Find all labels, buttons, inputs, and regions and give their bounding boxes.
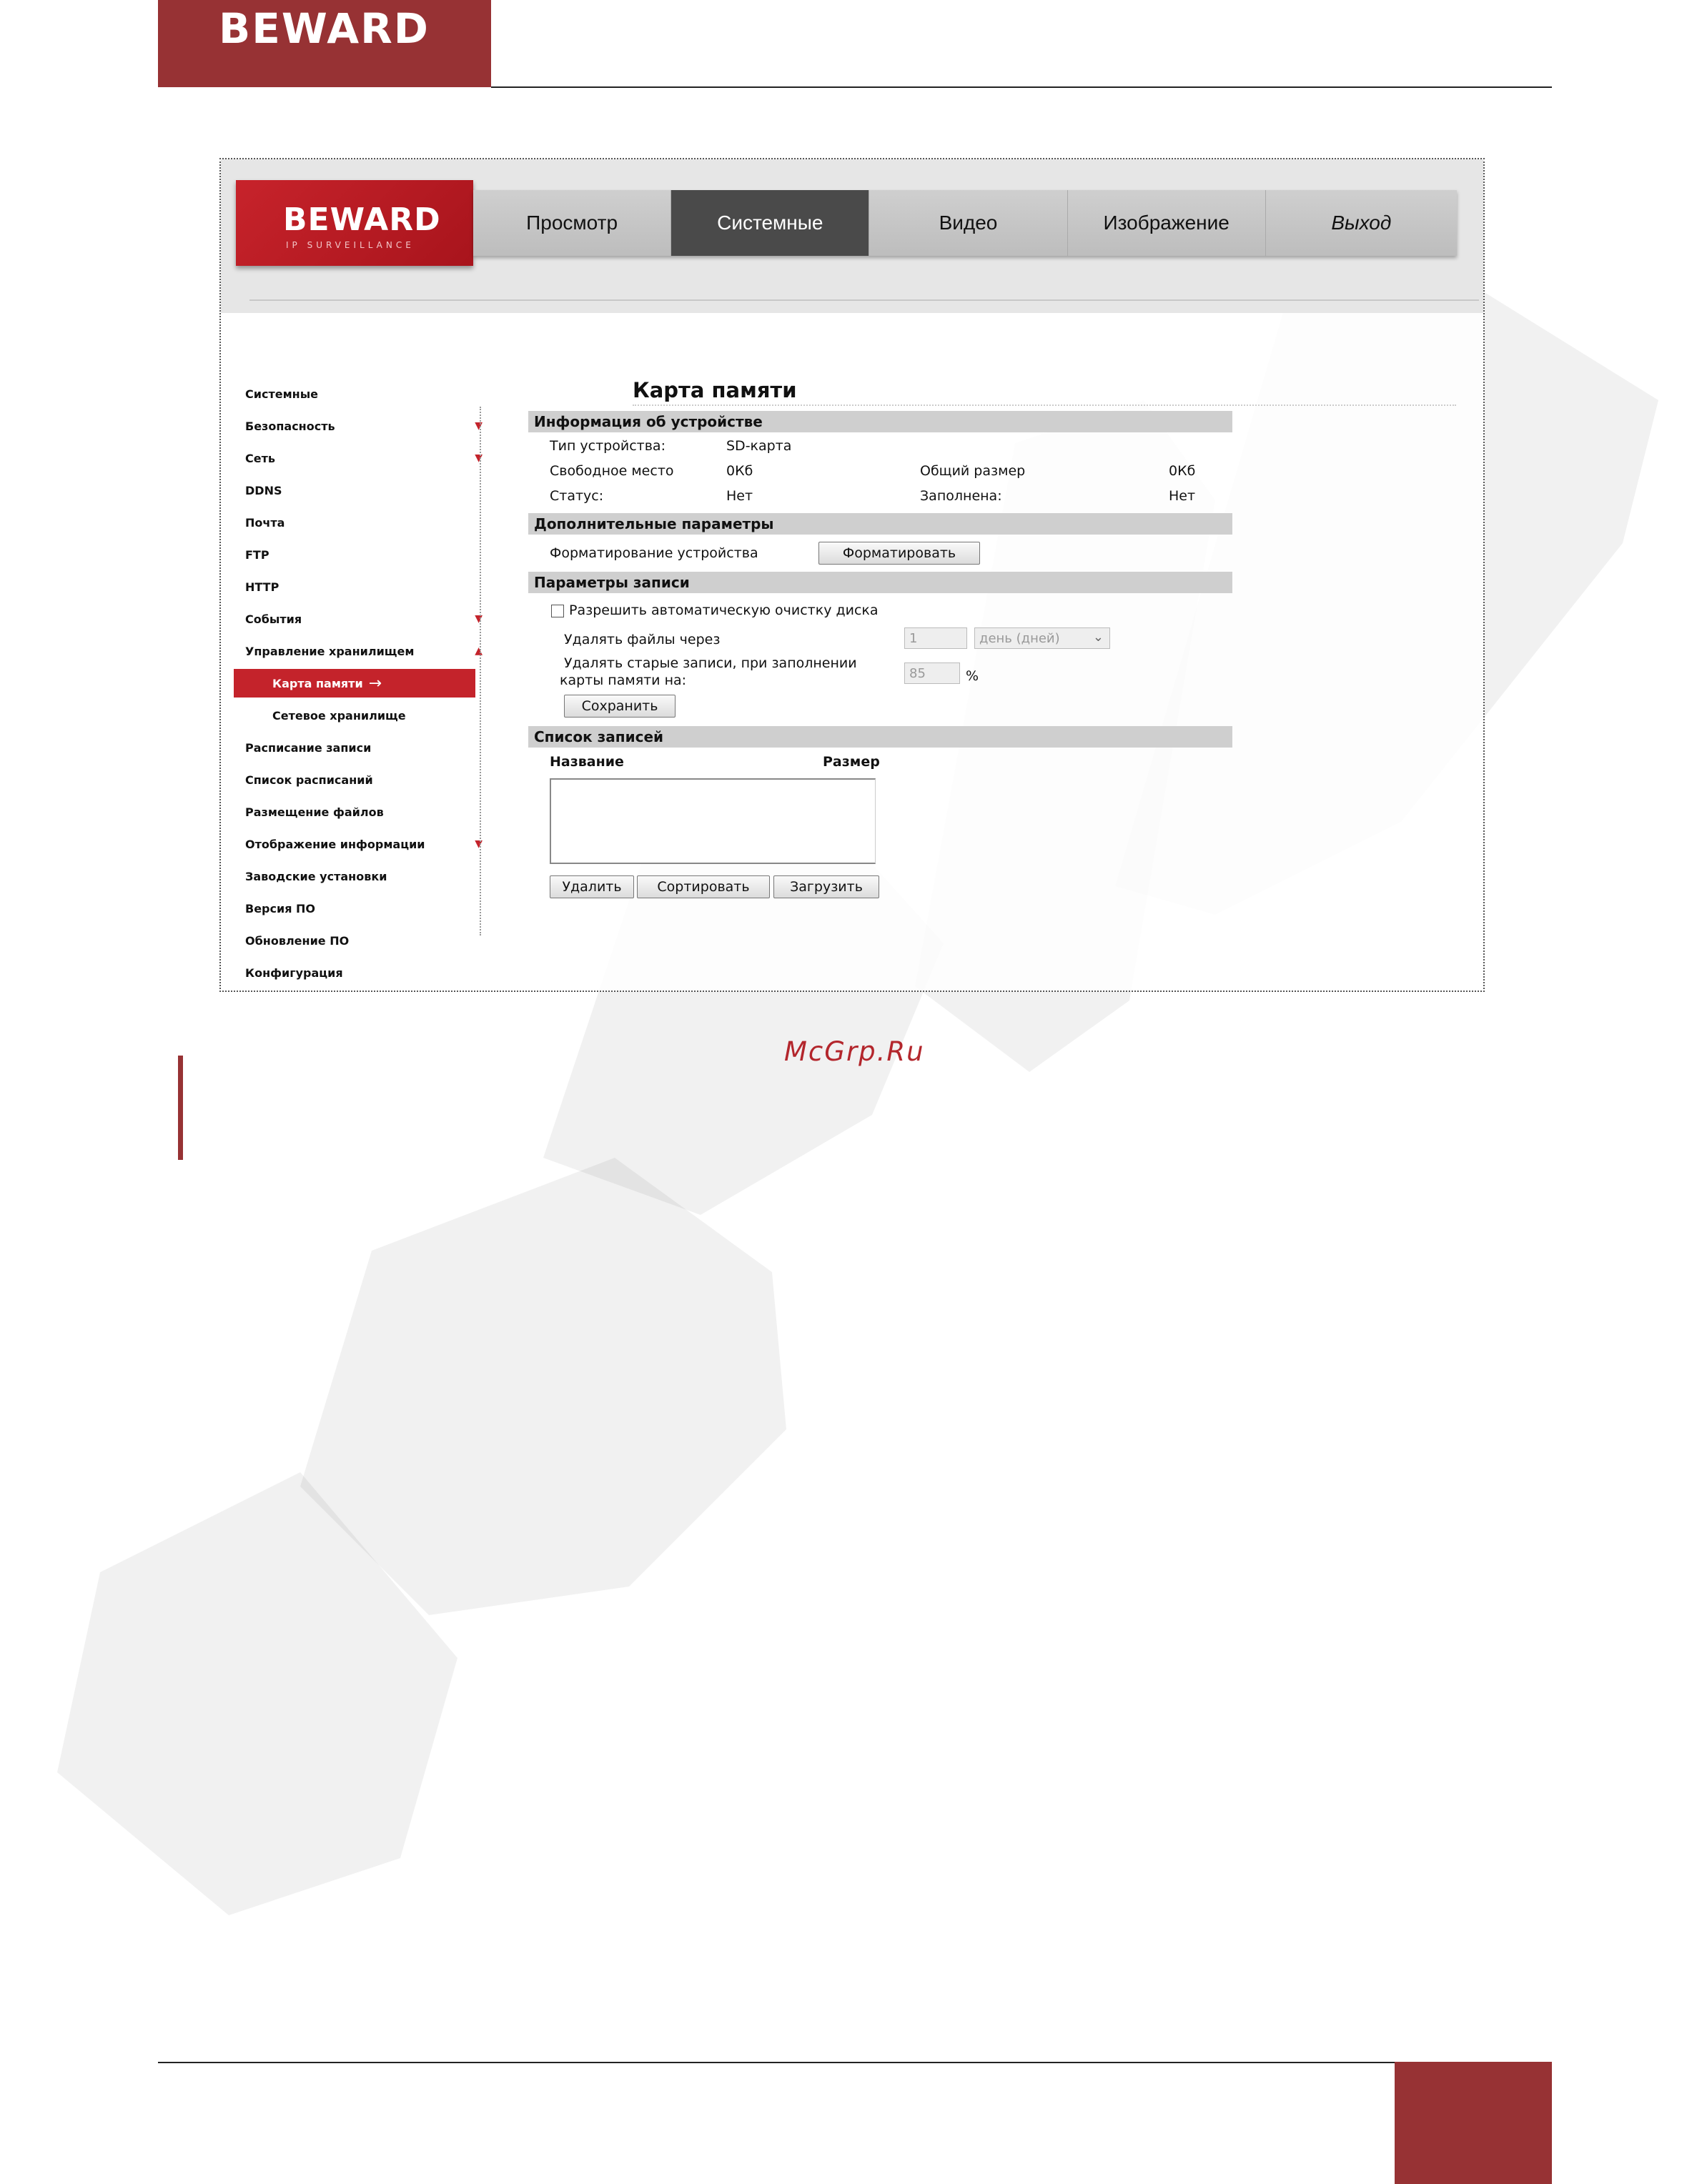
camera-logo: BEWARD IP SURVEILLANCE <box>236 180 473 266</box>
delete-button[interactable]: Удалить <box>550 875 634 898</box>
sidebar-item-firmware-update[interactable]: Обновление ПО <box>239 925 483 957</box>
section-record-params: Параметры записи <box>528 572 1232 593</box>
sidebar-item-events[interactable]: События ▼ <box>239 603 483 635</box>
col-size-header: Размер <box>823 754 880 770</box>
arrow-up-icon[interactable]: ▲ <box>475 645 483 657</box>
delete-after-input[interactable]: 1 <box>904 627 967 649</box>
sidebar-item-label: Список расписаний <box>245 773 373 787</box>
sidebar-item-http[interactable]: HTTP <box>239 571 483 603</box>
watermark-link[interactable]: McGrp.Ru <box>784 1036 925 1067</box>
arrow-down-icon[interactable]: ▼ <box>475 838 483 850</box>
top-area-divider <box>249 299 1479 301</box>
status-label: Статус: <box>550 488 604 504</box>
sidebar-item-label: Версия ПО <box>245 902 316 915</box>
sidebar-item-label: Сетевое хранилище <box>272 709 406 723</box>
page-title: Карта памяти <box>633 378 797 402</box>
sidebar-item-network[interactable]: Сеть ▼ <box>239 442 483 475</box>
doc-header-logo-text: BEWARD <box>219 4 430 53</box>
status-value: Нет <box>726 488 753 504</box>
sidebar-item-schedule-list[interactable]: Список расписаний <box>239 764 483 796</box>
sidebar-item-configuration[interactable]: Конфигурация <box>239 957 483 989</box>
sidebar-item-storage[interactable]: Управление хранилищем ▲ <box>239 635 483 667</box>
sidebar-item-info-display[interactable]: Отображение информации ▼ <box>239 828 483 860</box>
sidebar-item-label: DDNS <box>245 484 282 497</box>
sidebar: Системные Безопасность ▼ Сеть ▼ DDNS Почта… <box>234 378 483 989</box>
tab-video[interactable]: Видео <box>869 190 1068 256</box>
sidebar-divider <box>480 407 481 935</box>
total-size-label: Общий размер <box>920 463 1026 479</box>
sidebar-item-label: События <box>245 612 302 626</box>
sidebar-item-record-schedule[interactable]: Расписание записи <box>239 732 483 764</box>
col-name-header: Название <box>550 754 624 770</box>
tab-logout[interactable]: Выход <box>1266 190 1457 256</box>
sidebar-item-label: Отображение информации <box>245 838 425 851</box>
delete-old-percent-input[interactable]: 85 <box>904 662 960 684</box>
sidebar-item-label: Карта памяти <box>272 676 363 690</box>
delete-after-label: Удалять файлы через <box>564 632 721 647</box>
sidebar-item-ddns[interactable]: DDNS <box>239 475 483 507</box>
sidebar-item-file-placement[interactable]: Размещение файлов <box>239 796 483 828</box>
arrow-down-icon[interactable]: ▼ <box>475 452 483 464</box>
sidebar-item-label: Обновление ПО <box>245 934 350 948</box>
full-value: Нет <box>1169 488 1196 504</box>
records-list[interactable] <box>550 778 876 864</box>
section-extra-params: Дополнительные параметры <box>528 513 1232 535</box>
device-type-label: Тип устройства: <box>550 438 666 454</box>
doc-side-mark <box>178 1056 183 1160</box>
sidebar-item-factory-settings[interactable]: Заводские установки <box>239 860 483 893</box>
total-size-value: 0Кб <box>1169 463 1196 479</box>
sidebar-item-firmware-version[interactable]: Версия ПО <box>239 893 483 925</box>
doc-header-line <box>491 86 1552 88</box>
sidebar-item-label: Заводские установки <box>245 870 387 883</box>
section-records-list: Список записей <box>528 726 1232 748</box>
camera-logo-subtitle: IP SURVEILLANCE <box>286 240 415 250</box>
arrow-down-icon[interactable]: ▼ <box>475 613 483 625</box>
free-space-value: 0Кб <box>726 463 753 479</box>
sidebar-item-mail[interactable]: Почта <box>239 507 483 539</box>
camera-ui-screenshot: BEWARD IP SURVEILLANCE Просмотр Системны… <box>219 158 1485 992</box>
camera-logo-text: BEWARD <box>283 202 441 238</box>
sidebar-item-ftp[interactable]: FTP <box>239 539 483 571</box>
sidebar-item-label: FTP <box>245 548 269 562</box>
tab-system[interactable]: Системные <box>671 190 870 256</box>
sidebar-item-label: Безопасность <box>245 420 335 433</box>
delete-after-unit-select[interactable]: день (дней) ⌄ <box>974 627 1110 649</box>
sidebar-item-label: Расписание записи <box>245 741 372 755</box>
auto-clean-checkbox[interactable] <box>551 605 564 617</box>
sidebar-item-label: Управление хранилищем <box>245 645 415 658</box>
sidebar-item-memory-card[interactable]: Карта памяти → <box>234 669 475 698</box>
download-button[interactable]: Загрузить <box>773 875 879 898</box>
doc-footer-block <box>1395 2062 1552 2184</box>
arrow-down-icon[interactable]: ▼ <box>475 420 483 432</box>
save-button[interactable]: Сохранить <box>564 695 676 718</box>
free-space-label: Свободное место <box>550 463 674 479</box>
sidebar-item-label: HTTP <box>245 580 279 594</box>
delete-after-unit-value: день (дней) <box>979 630 1060 646</box>
format-device-label: Форматирование устройства <box>550 545 758 561</box>
sidebar-item-label: Системные <box>245 387 319 401</box>
main-nav: Просмотр Системные Видео Изображение Вых… <box>473 190 1457 256</box>
delete-old-label-line2: карты памяти на: <box>560 672 687 688</box>
sidebar-item-system[interactable]: Системные <box>239 378 483 410</box>
sidebar-item-label: Размещение файлов <box>245 805 384 819</box>
chevron-down-icon: ⌄ <box>1092 630 1104 645</box>
delete-old-label-line1: Удалять старые записи, при заполнении <box>564 655 857 671</box>
section-device-info: Информация об устройстве <box>528 411 1232 432</box>
sidebar-item-label: Конфигурация <box>245 966 343 980</box>
format-button[interactable]: Форматировать <box>818 542 980 565</box>
sidebar-item-label: Почта <box>245 516 285 530</box>
title-underline <box>633 404 1456 406</box>
percent-sign: % <box>966 668 979 684</box>
sidebar-item-network-storage[interactable]: Сетевое хранилище <box>239 700 483 732</box>
sort-button[interactable]: Сортировать <box>637 875 770 898</box>
sidebar-item-label: Сеть <box>245 452 275 465</box>
tab-view[interactable]: Просмотр <box>473 190 672 256</box>
tab-image[interactable]: Изображение <box>1068 190 1266 256</box>
auto-clean-label: Разрешить автоматическую очистку диска <box>569 602 879 618</box>
doc-footer-line <box>158 2062 1466 2063</box>
full-label: Заполнена: <box>920 488 1002 504</box>
sidebar-item-security[interactable]: Безопасность ▼ <box>239 410 483 442</box>
arrow-right-icon: → <box>368 674 382 693</box>
device-type-value: SD-карта <box>726 438 792 454</box>
